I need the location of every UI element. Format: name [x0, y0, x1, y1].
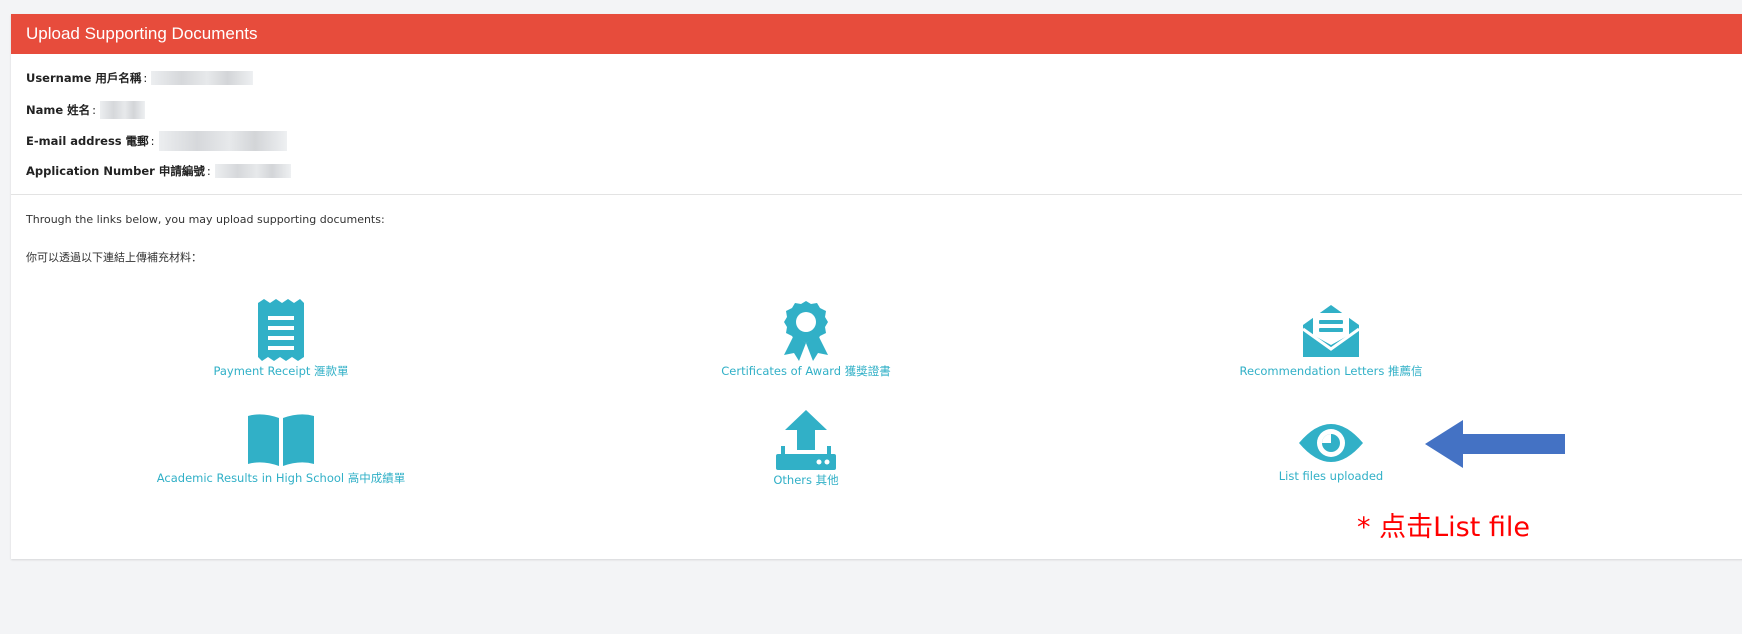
receipt-icon [258, 299, 304, 361]
upload-documents-panel: Upload Supporting Documents Username 用戶名… [11, 14, 1742, 559]
username-row: Username 用戶名稱 : [26, 70, 254, 86]
book-icon [248, 414, 314, 466]
upload-icon [776, 410, 836, 470]
email-row: E-mail address 電郵 : [26, 131, 287, 151]
application-number-label: Application Number 申請編號 [26, 164, 205, 178]
username-colon: : [143, 71, 148, 85]
username-value-redacted [151, 71, 254, 85]
email-colon: : [150, 134, 155, 148]
recommendation-letters-label: Recommendation Letters 推薦信 [1239, 364, 1423, 378]
annotation-text: * 点击List file [1357, 512, 1530, 543]
others-label: Others 其他 [773, 473, 839, 487]
pointer-arrow-icon [1425, 420, 1565, 468]
award-icon [784, 301, 828, 361]
academic-results-link[interactable]: Academic Results in High School 高中成績單 [151, 412, 411, 486]
eye-icon [1299, 424, 1363, 462]
name-colon: : [92, 103, 97, 117]
list-files-uploaded-label: List files uploaded [1278, 469, 1384, 483]
intro-text-en: Through the links below, you may upload … [26, 213, 385, 226]
username-label: Username 用戶名稱 [26, 71, 142, 85]
panel-header: Upload Supporting Documents [11, 14, 1742, 54]
application-number-colon: : [206, 164, 211, 178]
envelope-letter-icon [1302, 305, 1360, 357]
others-link[interactable]: Others 其他 [746, 410, 866, 488]
email-label: E-mail address 電郵 [26, 134, 149, 148]
payment-receipt-label: Payment Receipt 滙款單 [213, 364, 349, 378]
name-value-redacted [100, 101, 146, 119]
application-number-row: Application Number 申請編號 : [26, 163, 291, 179]
list-files-uploaded-link[interactable]: List files uploaded [1251, 419, 1411, 483]
section-divider [11, 194, 1742, 195]
name-row: Name 姓名 : [26, 101, 146, 119]
panel-title: Upload Supporting Documents [26, 24, 258, 43]
payment-receipt-link[interactable]: Payment Receipt 滙款單 [191, 299, 371, 379]
recommendation-letters-link[interactable]: Recommendation Letters 推薦信 [1226, 299, 1436, 379]
intro-text-zh: 你可以透過以下連結上傳補充材料： [26, 251, 202, 264]
academic-results-label: Academic Results in High School 高中成績單 [156, 471, 406, 485]
name-label: Name 姓名 [26, 103, 91, 117]
certificates-of-award-label: Certificates of Award 獲獎證書 [721, 364, 891, 378]
certificates-of-award-link[interactable]: Certificates of Award 獲獎證書 [701, 299, 911, 379]
email-value-redacted [158, 131, 287, 151]
application-number-value-redacted [214, 164, 291, 178]
